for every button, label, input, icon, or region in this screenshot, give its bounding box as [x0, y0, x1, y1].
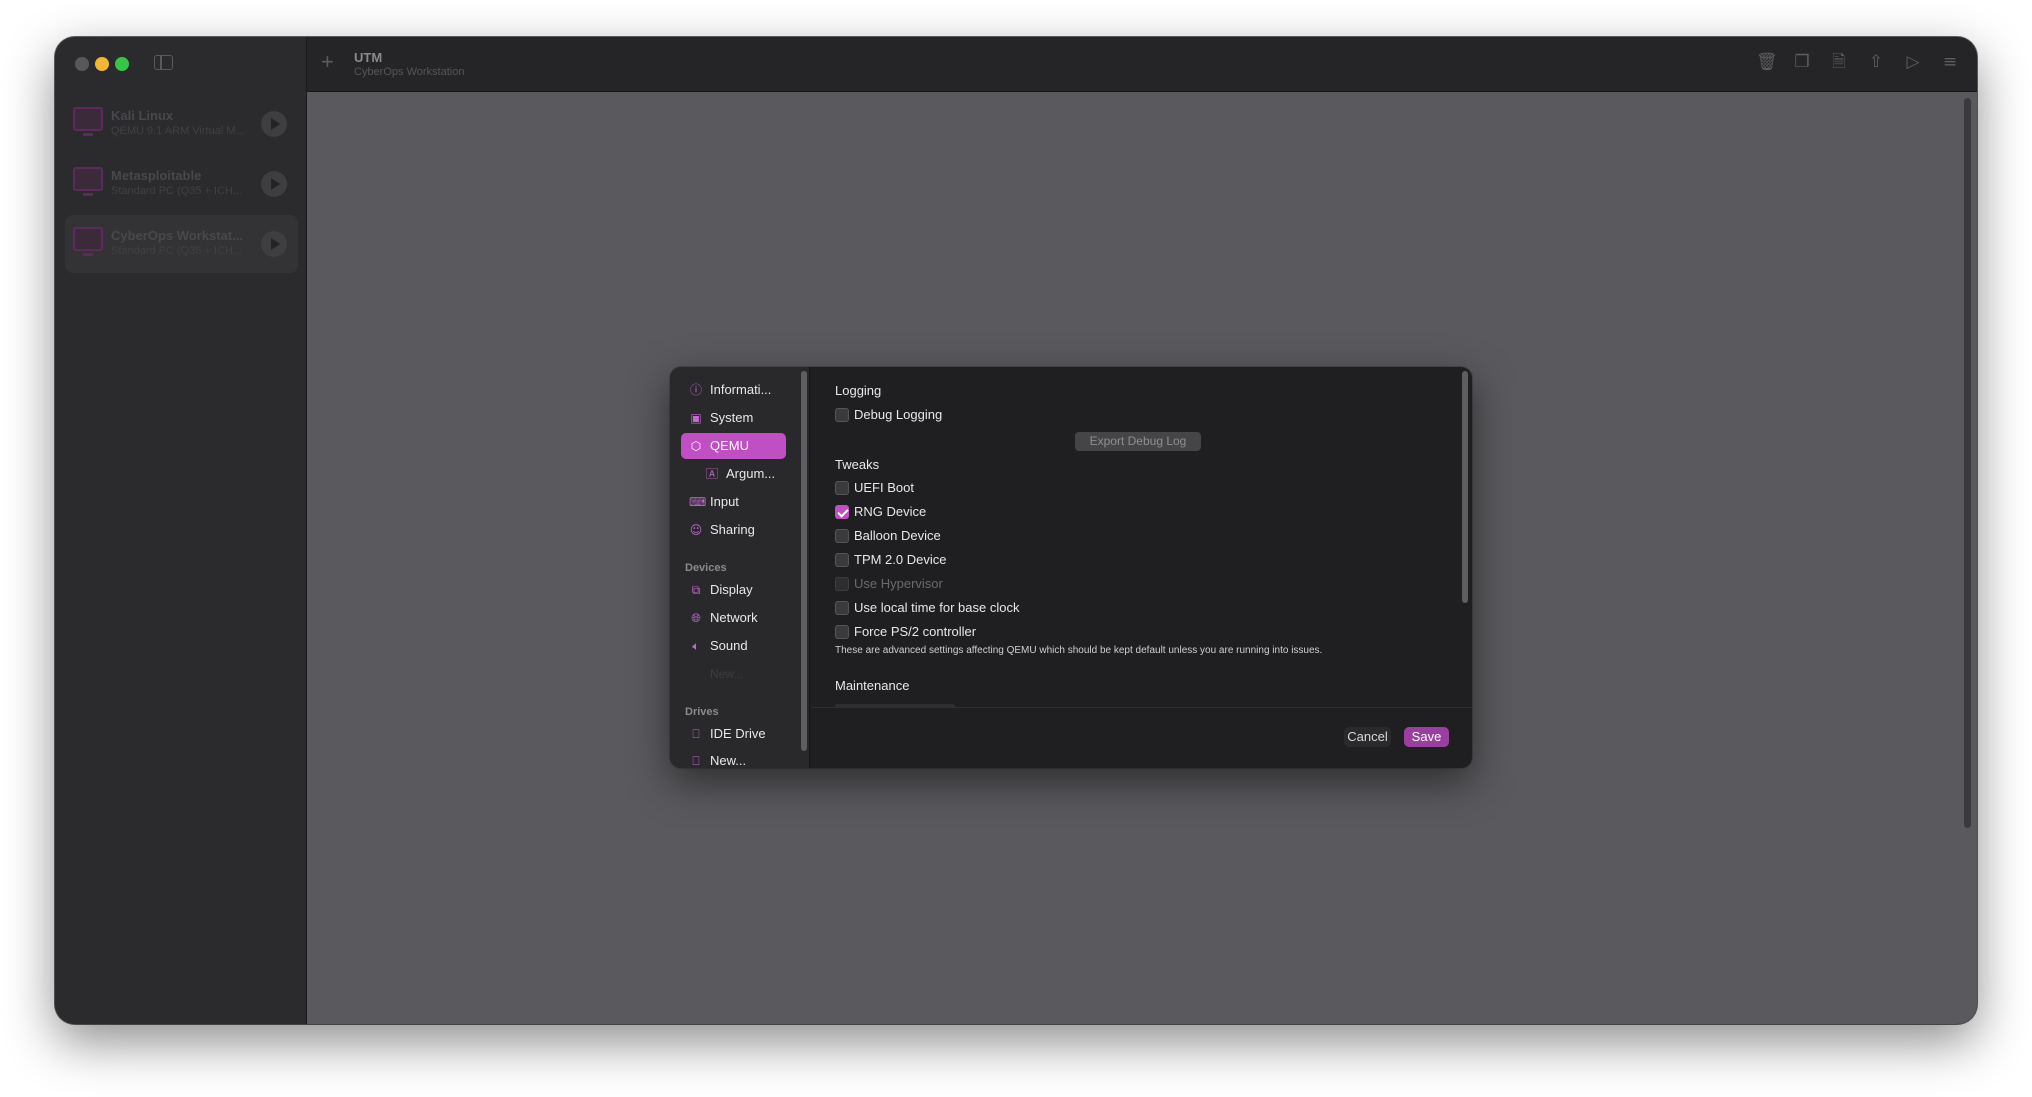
sidebar-item-label: System [710, 410, 754, 425]
sidebar-item-ide-drive[interactable]: ⎕ IDE Drive [681, 721, 786, 747]
add-vm-icon[interactable]: + [321, 49, 334, 75]
checkbox-label: Use local time for base clock [854, 600, 1020, 615]
settings-sidebar: ⓘ Informati... ▣ System ⬡ QEMU 🄰 Argum..… [670, 367, 810, 768]
play-icon[interactable] [261, 231, 287, 257]
sidebar-toggle-icon[interactable] [154, 55, 173, 70]
tweaks-hint-text: These are advanced settings affecting QE… [835, 645, 1323, 656]
checkbox[interactable] [835, 505, 849, 519]
toolbar-actions: 🗑︎ ❐ 🗎 ⇧ ▷ ≡ [1756, 51, 1959, 73]
display-icon: ⧉ [691, 583, 701, 597]
monitor-icon [73, 107, 103, 136]
trash-icon[interactable]: 🗑︎ [1756, 51, 1778, 73]
person-circle-icon: ☺ [689, 523, 703, 537]
sidebar-item-label: Sharing [710, 522, 755, 537]
cancel-button[interactable]: Cancel [1344, 727, 1391, 747]
sidebar-item-qemu[interactable]: ⬡ QEMU [681, 433, 786, 459]
sidebar-item-label: Display [710, 582, 753, 597]
sidebar-item-sound[interactable]: 🔈︎ Sound [681, 633, 786, 659]
sidebar-item-information[interactable]: ⓘ Informati... [681, 377, 786, 403]
toolbar: + UTM CyberOps Workstation 🗑︎ ❐ 🗎 ⇧ ▷ ≡ [307, 37, 1977, 92]
sidebar-item-label: Input [710, 494, 739, 509]
vm-subtitle: Standard PC (Q35 + ICH... [111, 245, 243, 257]
monitor-icon [73, 167, 103, 196]
vm-subtitle: QEMU 9.1 ARM Virtual M... [111, 125, 245, 137]
sidebar-item-new-drive[interactable]: ⎕ New... [681, 748, 786, 768]
vm-list-item[interactable]: Kali Linux QEMU 9.1 ARM Virtual M... [65, 95, 298, 153]
checkbox-label: RNG Device [854, 504, 927, 519]
sidebar-item-network[interactable]: 🌐︎ Network [681, 605, 786, 631]
checkbox[interactable] [835, 601, 849, 615]
globe-icon: 🌐︎ [691, 611, 701, 625]
window-subtitle: CyberOps Workstation [354, 66, 465, 78]
maintenance-section-title: Maintenance [835, 678, 910, 693]
save-button[interactable]: Save [1404, 727, 1449, 747]
document-icon[interactable]: 🗎 [1830, 51, 1848, 73]
vm-list-item-selected[interactable]: CyberOps Workstat... Standard PC (Q35 + … [65, 215, 298, 273]
sidebar-item-label: Argum... [726, 466, 776, 481]
minimize-window-button[interactable] [95, 57, 109, 71]
logging-section-title: Logging [835, 383, 882, 398]
checkbox[interactable] [835, 553, 849, 567]
monitor-icon [73, 227, 103, 256]
play-icon[interactable] [261, 111, 287, 137]
play-icon[interactable]: ▷ [1904, 51, 1922, 73]
checkbox [835, 577, 849, 591]
new-device-item[interactable]: New... [710, 667, 743, 681]
vm-name: CyberOps Workstat... [111, 228, 243, 243]
checkbox[interactable] [835, 529, 849, 543]
qemu-settings-panel: Logging Debug Logging Export Debug Log T… [811, 367, 1472, 707]
clone-icon[interactable]: ❐ [1793, 51, 1811, 73]
scrollbar[interactable] [1964, 98, 1971, 828]
checkbox-label: Force PS/2 controller [854, 624, 977, 639]
cpu-icon: ▣ [690, 411, 702, 425]
footer-divider [811, 707, 1472, 708]
sidebar-item-label: Informati... [710, 382, 772, 397]
checkbox[interactable] [835, 408, 849, 422]
devices-section-header: Devices [685, 562, 727, 574]
vm-name: Kali Linux [111, 108, 174, 123]
cube-icon: ⬡ [690, 439, 702, 453]
close-window-button[interactable] [75, 57, 89, 71]
share-icon[interactable]: ⇧ [1867, 51, 1885, 73]
checkbox[interactable] [835, 625, 849, 639]
checkbox-label: UEFI Boot [854, 480, 914, 495]
checkbox-label: Debug Logging [854, 407, 943, 422]
vm-name: Metasploitable [111, 168, 202, 183]
speaker-icon: 🔈︎ [692, 639, 700, 653]
drive-icon: ⎕ [692, 727, 700, 741]
sidebar-item-arguments[interactable]: 🄰 Argum... [681, 461, 786, 487]
settings-icon[interactable]: ≡ [1941, 51, 1959, 73]
utm-window: Kali Linux QEMU 9.1 ARM Virtual M... Met… [55, 37, 1977, 1024]
checkbox-label: TPM 2.0 Device [854, 552, 947, 567]
window-title: UTM [354, 50, 383, 65]
arguments-icon: 🄰 [705, 467, 718, 481]
checkbox[interactable] [835, 481, 849, 495]
sidebar-item-system[interactable]: ▣ System [681, 405, 786, 431]
settings-dialog: ⓘ Informati... ▣ System ⬡ QEMU 🄰 Argum..… [670, 367, 1472, 768]
vm-list-item[interactable]: Metasploitable Standard PC (Q35 + ICH... [65, 155, 298, 213]
keyboard-icon: ⌨ [689, 495, 707, 509]
sidebar-scrollbar[interactable] [801, 371, 807, 751]
vm-subtitle: Standard PC (Q35 + ICH... [111, 185, 243, 197]
sidebar-item-label: New... [710, 753, 747, 768]
content-scrollbar[interactable] [1462, 371, 1468, 603]
play-icon[interactable] [261, 171, 287, 197]
sidebar-item-sharing[interactable]: ☺ Sharing [681, 517, 786, 543]
tweaks-section-title: Tweaks [835, 457, 880, 472]
export-debug-log-button[interactable]: Export Debug Log [1075, 432, 1201, 451]
drive-icon: ⎕ [692, 754, 700, 768]
sidebar-item-label: Network [710, 610, 758, 625]
sidebar-item-display[interactable]: ⧉ Display [681, 577, 786, 603]
sidebar-item-label: IDE Drive [710, 726, 766, 741]
zoom-window-button[interactable] [115, 57, 129, 71]
vm-list: Kali Linux QEMU 9.1 ARM Virtual M... Met… [65, 95, 298, 275]
checkbox-label: Use Hypervisor [854, 576, 943, 591]
sidebar-item-input[interactable]: ⌨ Input [681, 489, 786, 515]
sidebar-item-label: Sound [710, 638, 748, 653]
sidebar-item-label: QEMU [710, 438, 749, 453]
vm-sidebar: Kali Linux QEMU 9.1 ARM Virtual M... Met… [55, 37, 307, 1024]
checkbox-label: Balloon Device [854, 528, 941, 543]
drives-section-header: Drives [685, 706, 719, 718]
info-icon: ⓘ [689, 383, 702, 397]
